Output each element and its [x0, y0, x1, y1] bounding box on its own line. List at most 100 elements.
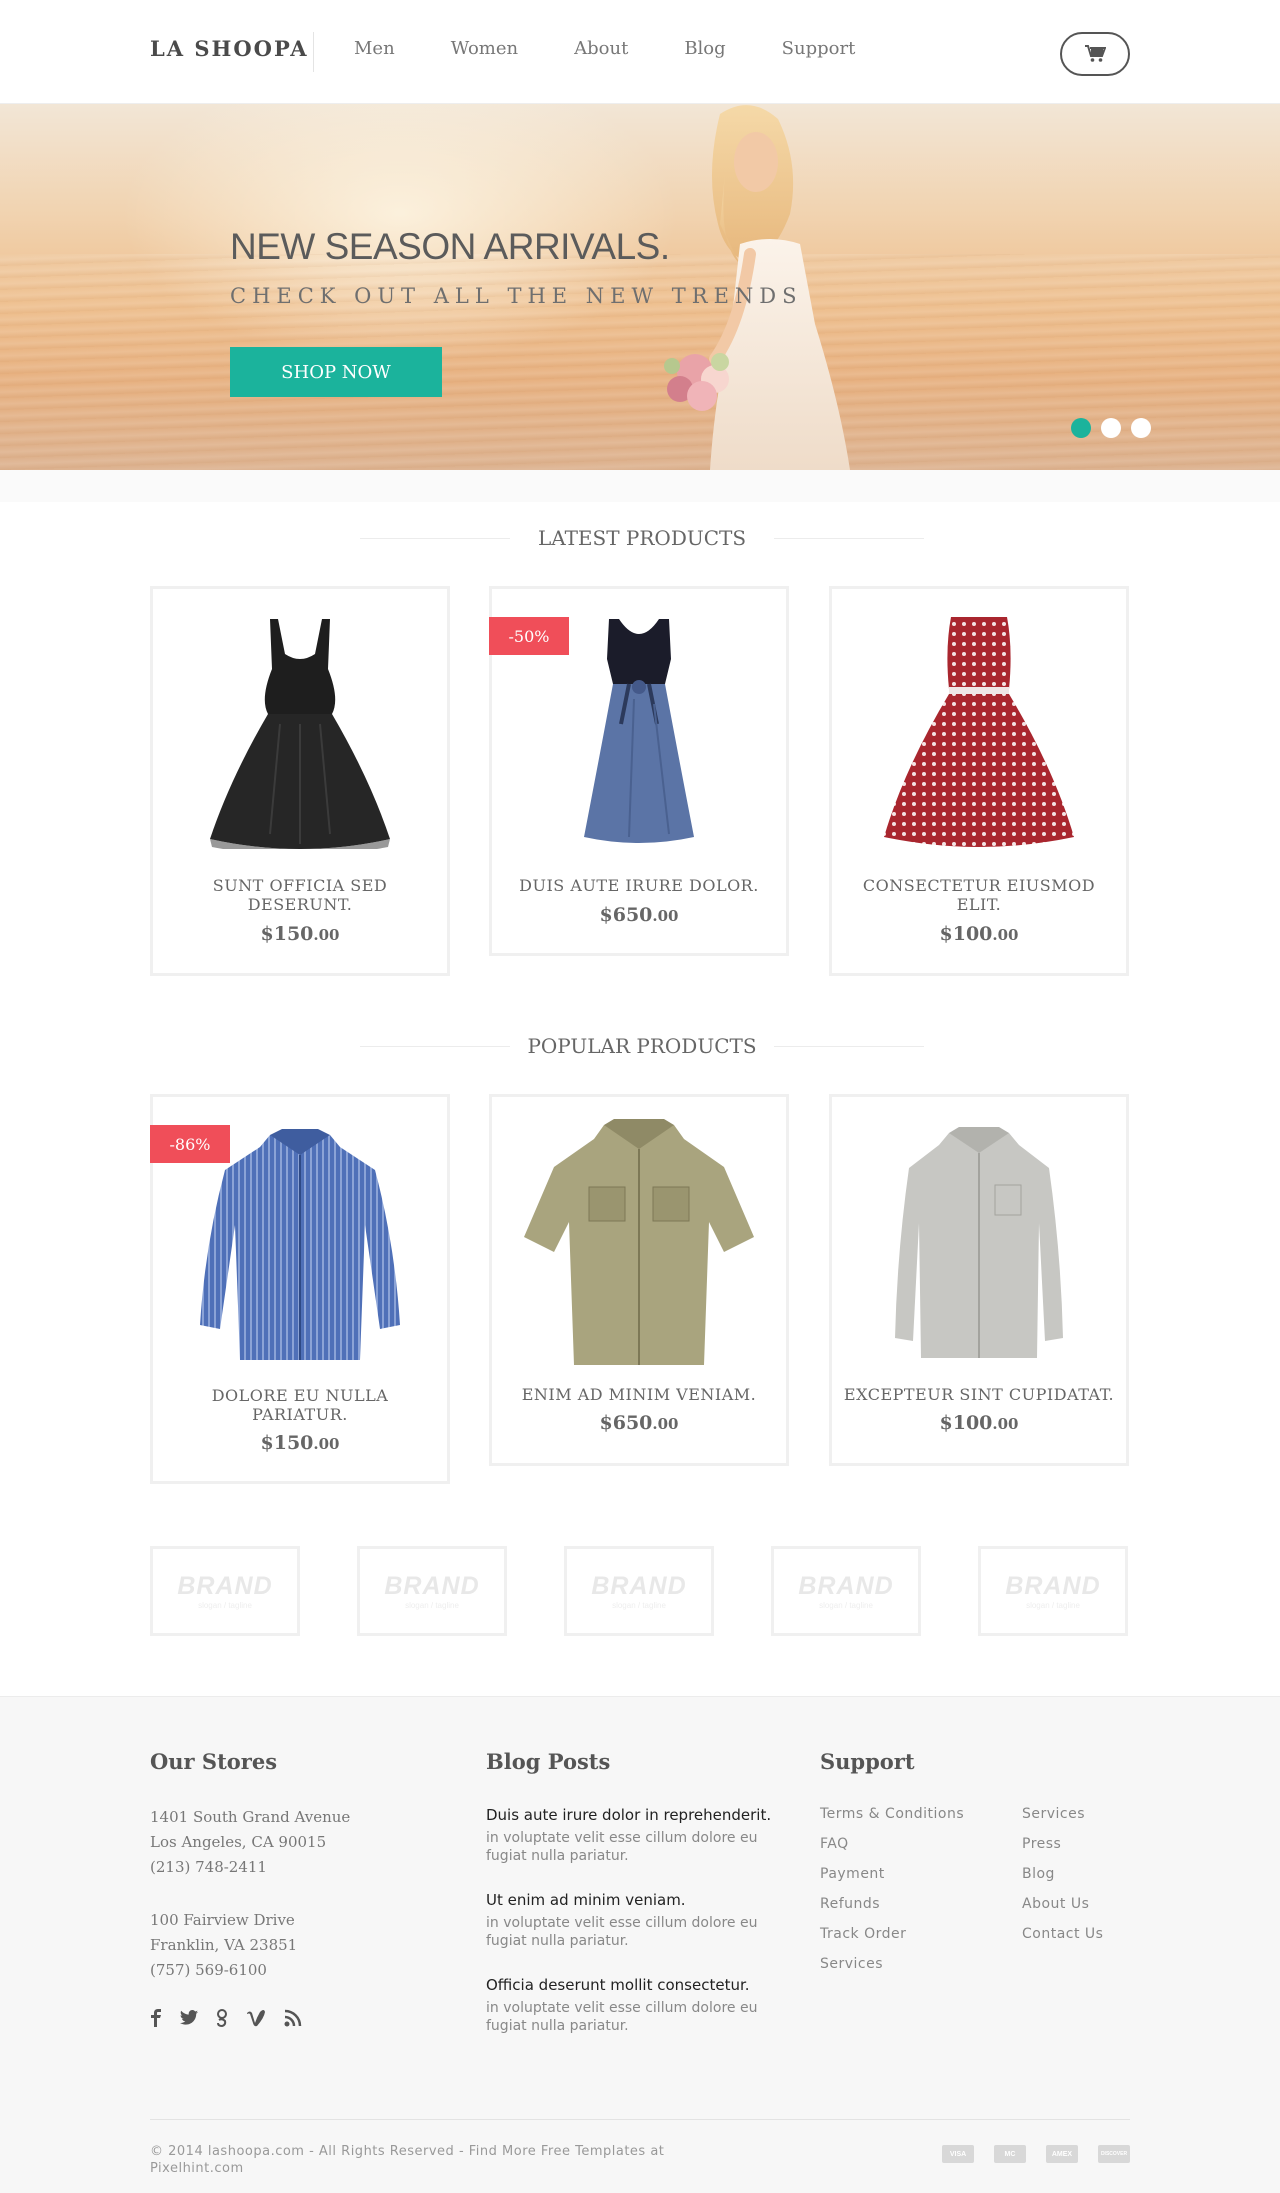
- brand-logo[interactable]: BRAND slogan / tagline: [564, 1546, 714, 1636]
- blog-post-excerpt: in voluptate velit esse cillum dolore eu…: [486, 1915, 758, 1949]
- cart-button[interactable]: [1060, 32, 1130, 76]
- twitter-icon[interactable]: [180, 2010, 198, 2026]
- logo-divider: [313, 32, 314, 72]
- product-image[interactable]: [832, 1123, 1126, 1363]
- price-cents: .00: [313, 926, 340, 944]
- popular-products-heading: POPULAR PRODUCTS: [527, 1034, 757, 1058]
- slider-dot-3[interactable]: [1131, 418, 1151, 438]
- slider-dots: [1071, 418, 1151, 438]
- facebook-icon[interactable]: [150, 2009, 162, 2027]
- product-image[interactable]: [492, 609, 786, 849]
- product-card[interactable]: -86% DOLORE EU NULLA PARIATUR. $150.00: [150, 1094, 450, 1484]
- site-header: LA SHOOPA Men Women About Blog Support: [0, 0, 1280, 104]
- title-rule-left: [360, 538, 510, 539]
- latest-products-title: LATEST PRODUCTS: [360, 526, 924, 550]
- support-link-blog[interactable]: Blog: [1022, 1866, 1055, 1882]
- product-price: $100.00: [832, 923, 1126, 945]
- product-card[interactable]: EXCEPTEUR SINT CUPIDATAT. $100.00: [829, 1094, 1129, 1466]
- social-links: [150, 2009, 302, 2027]
- product-card[interactable]: SUNT OFFICIA SED DESERUNT. $150.00: [150, 586, 450, 976]
- khaki-shirt-image: [524, 1119, 754, 1365]
- copyright-text: © 2014 lashoopa.com - All Rights Reserve…: [150, 2144, 665, 2176]
- store-address: 1401 South Grand Avenue Los Angeles, CA …: [150, 1805, 350, 1880]
- vimeo-icon[interactable]: [246, 2009, 266, 2027]
- support-link-contact-us[interactable]: Contact Us: [1022, 1926, 1103, 1942]
- product-image[interactable]: [153, 609, 447, 849]
- cart-icon: [1085, 45, 1106, 62]
- brand-name: BRAND: [177, 1572, 273, 1600]
- store-address: 100 Fairview Drive Franklin, VA 23851 (7…: [150, 1908, 297, 1983]
- section-band: [0, 470, 1280, 502]
- blue-gown-image: [584, 619, 694, 843]
- grey-shirt-image: [895, 1127, 1063, 1358]
- product-card[interactable]: CONSECTETUR EIUSMOD ELIT. $100.00: [829, 586, 1129, 976]
- page: LA SHOOPA Men Women About Blog Support N…: [0, 0, 1280, 2193]
- nav-men[interactable]: Men: [354, 38, 395, 59]
- main-nav: Men Women About Blog Support: [354, 38, 911, 59]
- support-link-faq[interactable]: FAQ: [820, 1836, 849, 1852]
- blog-post-title[interactable]: Ut enim ad minim veniam.: [486, 1891, 806, 1909]
- product-image[interactable]: [832, 609, 1126, 849]
- blog-post-excerpt: in voluptate velit esse cillum dolore eu…: [486, 2000, 758, 2034]
- price-main: $100: [939, 1412, 993, 1434]
- support-link-refunds[interactable]: Refunds: [820, 1896, 880, 1912]
- nav-blog[interactable]: Blog: [684, 38, 725, 59]
- product-name[interactable]: ENIM AD MINIM VENIAM.: [492, 1385, 786, 1404]
- product-name[interactable]: DOLORE EU NULLA PARIATUR.: [153, 1386, 447, 1424]
- site-logo[interactable]: LA SHOOPA: [150, 36, 309, 61]
- rss-icon[interactable]: [284, 2009, 302, 2027]
- blog-post-title[interactable]: Duis aute irure dolor in reprehenderit.: [486, 1806, 806, 1824]
- hero-title: NEW SEASON ARRIVALS.: [230, 226, 670, 267]
- support-heading: Support: [820, 1749, 915, 1774]
- nav-support[interactable]: Support: [782, 38, 856, 59]
- title-rule-right: [774, 538, 924, 539]
- support-link-terms[interactable]: Terms & Conditions: [820, 1806, 964, 1822]
- support-link-press[interactable]: Press: [1022, 1836, 1061, 1852]
- brand-logo[interactable]: BRAND slogan / tagline: [771, 1546, 921, 1636]
- price-main: $100: [939, 923, 993, 945]
- brand-logo[interactable]: BRAND slogan / tagline: [357, 1546, 507, 1636]
- slider-dot-2[interactable]: [1101, 418, 1121, 438]
- popular-products-title: POPULAR PRODUCTS: [360, 1034, 924, 1058]
- google-icon[interactable]: [216, 2009, 228, 2027]
- store-street: 100 Fairview Drive: [150, 1911, 295, 1929]
- product-name[interactable]: CONSECTETUR EIUSMOD ELIT.: [832, 876, 1126, 914]
- shop-now-button[interactable]: SHOP NOW: [230, 347, 442, 397]
- red-polka-dress-image: [884, 617, 1074, 847]
- price-cents: .00: [992, 926, 1019, 944]
- product-name[interactable]: DUIS AUTE IRURE DOLOR.: [492, 876, 786, 895]
- title-rule-left: [360, 1046, 510, 1047]
- price-cents: .00: [313, 1435, 340, 1453]
- support-link-track-order[interactable]: Track Order: [820, 1926, 906, 1942]
- store-street: 1401 South Grand Avenue: [150, 1808, 351, 1826]
- product-price: $100.00: [832, 1412, 1126, 1434]
- black-dress-image: [210, 619, 390, 849]
- slider-dot-1[interactable]: [1071, 418, 1091, 438]
- store-city: Los Angeles, CA 90015: [150, 1833, 327, 1851]
- support-link-payment[interactable]: Payment: [820, 1866, 885, 1882]
- support-link-services[interactable]: Services: [820, 1956, 883, 1972]
- product-image[interactable]: [153, 1125, 447, 1365]
- blog-post-title[interactable]: Officia deserunt mollit consectetur.: [486, 1976, 806, 1994]
- nav-women[interactable]: Women: [451, 38, 518, 59]
- support-link-about-us[interactable]: About Us: [1022, 1896, 1089, 1912]
- product-card[interactable]: ENIM AD MINIM VENIAM. $650.00: [489, 1094, 789, 1466]
- price-cents: .00: [992, 1415, 1019, 1433]
- blog-heading: Blog Posts: [486, 1749, 611, 1774]
- support-link-services-2[interactable]: Services: [1022, 1806, 1085, 1822]
- hero-slider: NEW SEASON ARRIVALS. CHECK OUT ALL THE N…: [0, 104, 1280, 470]
- product-name[interactable]: SUNT OFFICIA SED DESERUNT.: [153, 876, 447, 914]
- brand-logo[interactable]: BRAND slogan / tagline: [150, 1546, 300, 1636]
- product-card[interactable]: -50% DUIS AUTE IRURE DOLOR. $650.00: [489, 586, 789, 956]
- brand-logo[interactable]: BRAND slogan / tagline: [978, 1546, 1128, 1636]
- product-image[interactable]: [492, 1117, 786, 1367]
- product-price: $650.00: [492, 904, 786, 926]
- brand-tagline: slogan / tagline: [1026, 1601, 1080, 1610]
- product-price: $650.00: [492, 1412, 786, 1434]
- latest-products-heading: LATEST PRODUCTS: [537, 526, 747, 550]
- nav-about[interactable]: About: [574, 38, 628, 59]
- product-name[interactable]: EXCEPTEUR SINT CUPIDATAT.: [832, 1385, 1126, 1404]
- blue-striped-shirt-image: [200, 1129, 400, 1360]
- hero-subtitle: CHECK OUT ALL THE NEW TRENDS: [230, 284, 803, 308]
- price-cents: .00: [652, 1415, 679, 1433]
